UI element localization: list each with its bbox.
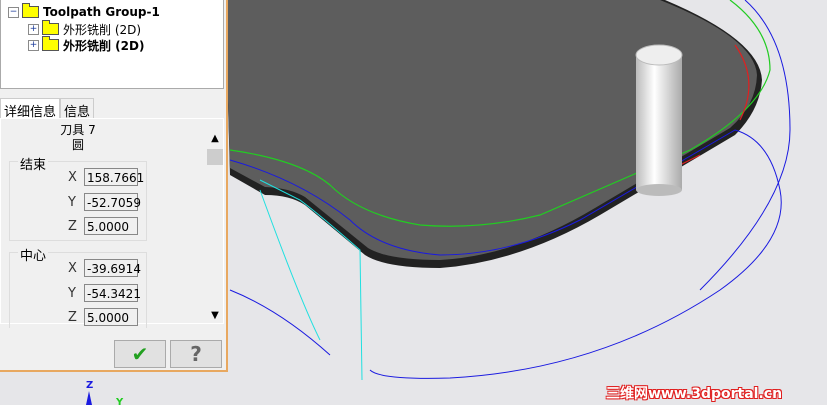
triad-z-arrow	[86, 391, 92, 405]
end-z-field[interactable]: 5.0000	[84, 217, 138, 235]
end-x-field[interactable]: 158.7661	[84, 168, 144, 186]
z-label: Z	[68, 310, 77, 325]
details-pane: 刀具 7 圆 结束 X 158.7661 Y -52.7059 Z 5.0000 中心…	[0, 118, 224, 328]
center-x-field[interactable]: -39.6914	[84, 259, 141, 277]
details-scrollbar[interactable]: ▲ ▼	[207, 133, 223, 321]
tree-item-label: 外形铣削 (2D)	[63, 38, 145, 53]
ok-button[interactable]: ✔	[114, 340, 166, 368]
tree-root-label: Toolpath Group-1	[43, 5, 160, 19]
help-button[interactable]: ?	[170, 340, 222, 368]
scroll-down-icon[interactable]: ▼	[207, 310, 223, 321]
scroll-up-icon[interactable]: ▲	[207, 133, 223, 149]
collapse-icon[interactable]: −	[8, 6, 19, 18]
operations-panel: − Toolpath Group-1 + 外形铣削 (2D) + 外形铣削 (2…	[0, 0, 228, 372]
y-label: Y	[68, 195, 76, 210]
x-label: X	[68, 170, 77, 185]
expand-icon[interactable]: +	[28, 39, 39, 51]
checkmark-icon: ✔	[131, 342, 149, 366]
scroll-thumb[interactable]	[207, 149, 223, 165]
tree-item[interactable]: + 外形铣削 (2D)	[28, 36, 145, 53]
folder-icon	[22, 3, 39, 18]
tree-root[interactable]: − Toolpath Group-1	[8, 3, 160, 19]
center-y-field[interactable]: -54.3421	[84, 284, 141, 302]
end-group: 结束 X 158.7661 Y -52.7059 Z 5.0000	[9, 154, 147, 241]
x-label: X	[68, 261, 77, 276]
center-group: 中心 X -39.6914 Y -54.3421 Z 5.0000	[9, 245, 147, 328]
entity-type: 圆	[71, 138, 84, 152]
triad-z-label: Z	[86, 380, 93, 391]
folder-icon	[42, 20, 59, 35]
folder-icon	[42, 36, 59, 51]
tool-cylinder	[635, 44, 683, 196]
triad-y-label: Y	[115, 397, 124, 405]
tree-item-label: 外形铣削 (2D)	[63, 22, 142, 37]
watermark: 三维网www.3dportal.cn	[606, 386, 783, 402]
center-z-field[interactable]: 5.0000	[84, 308, 138, 326]
question-icon: ?	[190, 342, 202, 366]
y-label: Y	[68, 286, 76, 301]
expand-icon[interactable]: +	[28, 23, 39, 35]
end-y-field[interactable]: -52.7059	[84, 193, 141, 211]
z-label: Z	[68, 219, 77, 234]
tree-item[interactable]: + 外形铣削 (2D)	[28, 20, 142, 37]
toolpath-tree[interactable]: − Toolpath Group-1 + 外形铣削 (2D) + 外形铣削 (2…	[0, 0, 224, 89]
